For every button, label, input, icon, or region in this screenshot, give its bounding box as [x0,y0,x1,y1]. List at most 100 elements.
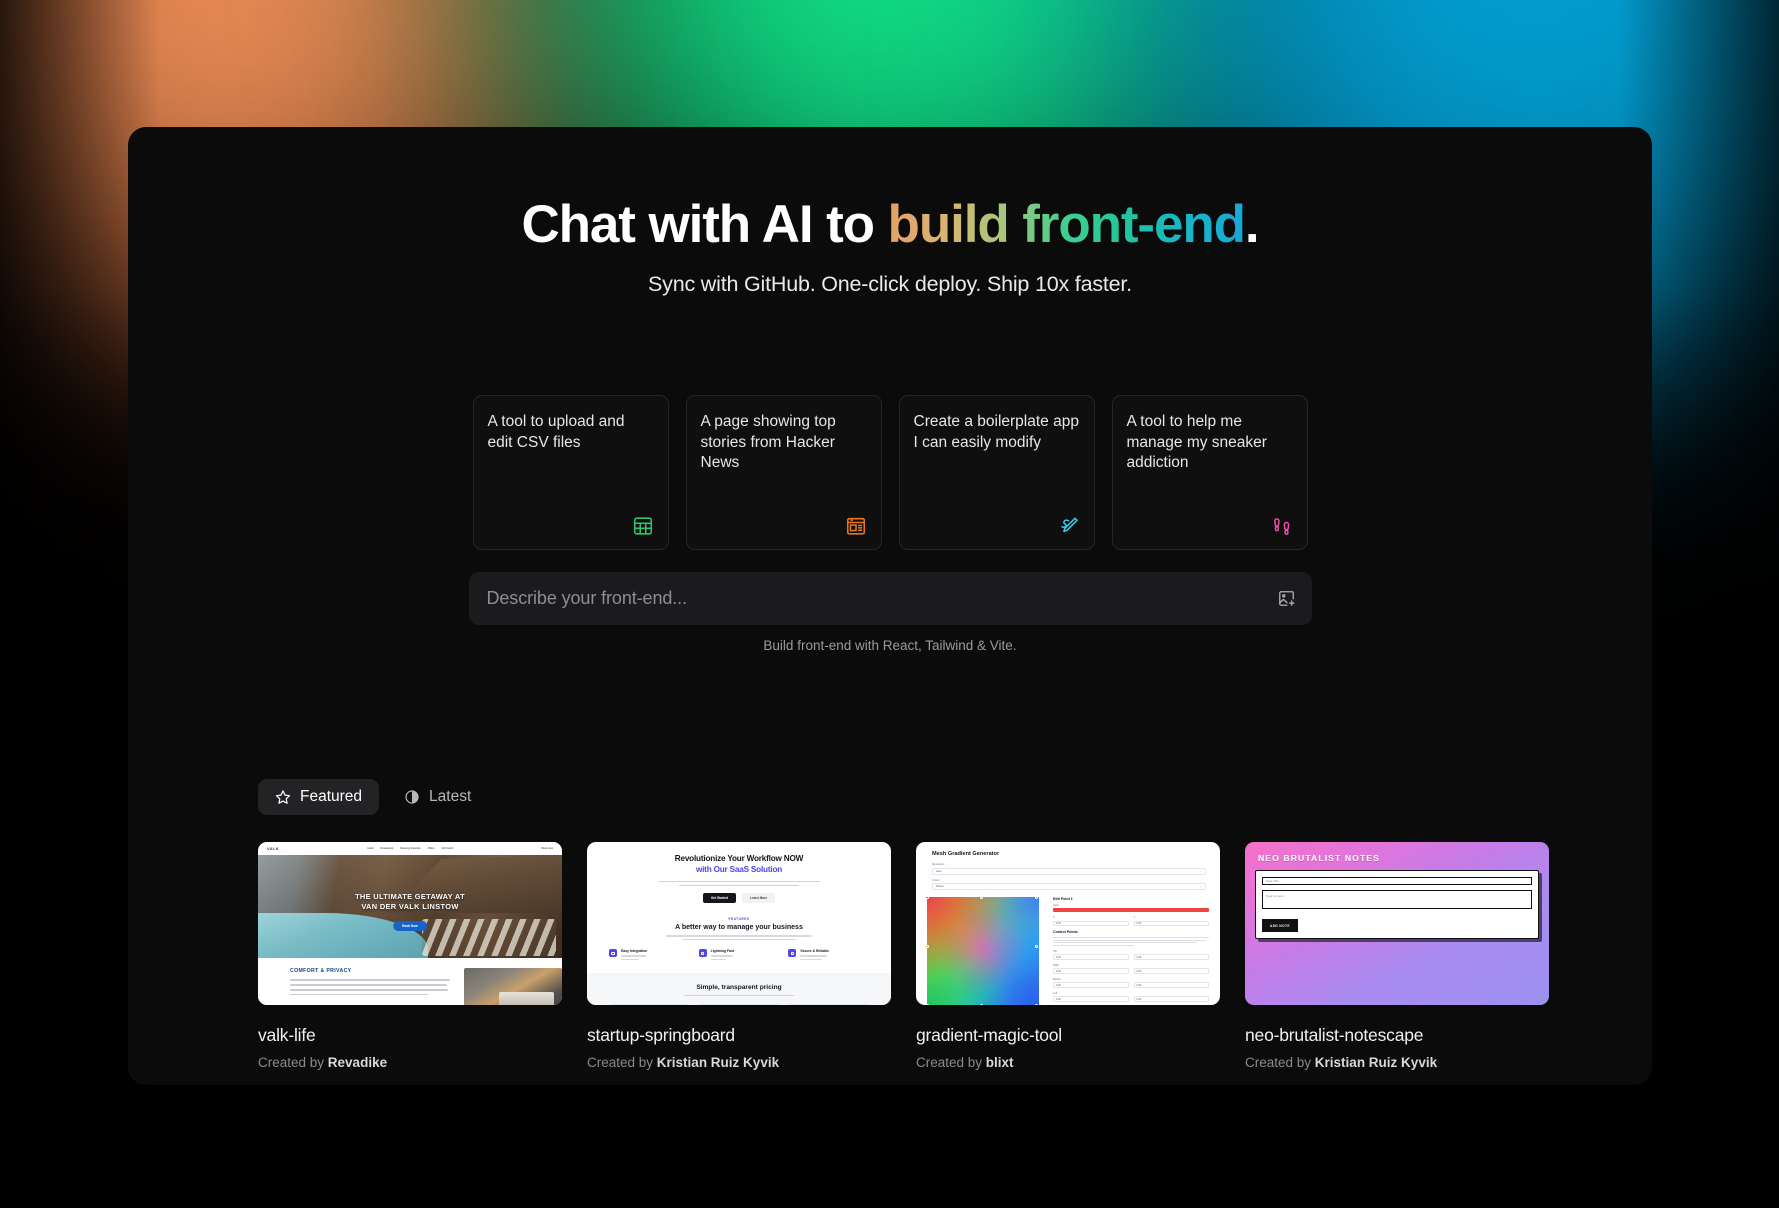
suggestion-label: Create a boilerplate app I can easily mo… [913,413,1079,451]
thumb-group-y: 0.00 [1133,982,1209,988]
thumb-panel-title: Edit Point 1 [1053,897,1073,902]
thumb-feature: Easy Integration [609,949,690,962]
thumb-group-label: Top [1053,949,1058,953]
project-card-startup-springboard[interactable]: Revolutionize Your Workflow NOW with Our… [587,842,891,1070]
project-thumbnail[interactable]: Revolutionize Your Workflow NOW with Our… [587,842,891,1006]
created-by-prefix: Created by [916,1055,986,1071]
thumb-field-label: Colors [932,878,940,882]
thumb-feature-row: Easy Integration Lightning Fast Secure &… [609,949,869,962]
thumb-tier-row: Starter Pro Enterprise [609,1004,869,1006]
thumb-color-swatch [1053,908,1209,913]
project-name: valk-life [258,1025,316,1046]
thumb-nav-right: Book now [542,847,553,850]
build-stack-note: Build front-end with React, Tailwind & V… [763,638,1017,654]
thumb-pricing-subtext [609,995,869,997]
thumb-app-title: NEO BRUTALIST NOTES [1258,853,1380,864]
thumb-group-label: Right [1053,963,1059,967]
footprints-icon [1271,515,1293,537]
thumb-editor-panel: Edit Point 1 Color X 0.00 Y 0.00 Control… [1053,897,1209,1005]
project-author: Created by blixt [916,1055,1220,1070]
author-name: Kristian Ruiz Kyvik [1314,1055,1438,1071]
suggestion-card-csv[interactable]: A tool to upload and edit CSV files [472,395,669,551]
thumb-field-group: Resolution Auto ⌄ Colors Preset ⌄ [927,863,1209,894]
thumb-body: COMFORT & PRIVACY [258,958,562,1006]
thumb-hero-line2: VAN DER VALK LINSTOW [361,902,459,912]
project-name: neo-brutalist-notescape [1245,1025,1424,1046]
suggestion-card-hackernews[interactable]: A page showing top stories from Hacker N… [685,395,882,551]
tab-latest[interactable]: Latest [387,779,488,815]
table-grid-icon [632,515,654,537]
author-name: blixt [985,1055,1014,1071]
thumb-group-label: Left [1053,991,1058,995]
thumb-section-heading: A better way to manage your business [675,924,803,932]
gradient-handle [925,1004,929,1006]
thumb-subtext [609,880,869,887]
author-name: Revadike [327,1055,388,1071]
project-name: startup-springboard [587,1025,735,1046]
thumb-feature: Secure & Reliable [788,949,869,962]
thumb-select: Auto ⌄ [932,867,1206,875]
gradient-handle [925,895,929,900]
headline-period: . [1244,195,1260,254]
gradient-handle [980,1004,984,1006]
thumb-secondary-button: Learn More [742,893,776,904]
tab-label: Featured [300,788,363,806]
thumb-nav-links: Hotel Restaurant Meeting & Events Offers… [367,847,453,850]
page-title: Chat with AI to build front-end. [128,195,1652,254]
page-subtitle: Sync with GitHub. One-click deploy. Ship… [648,272,1132,297]
thumb-nav-link: Hotel [367,847,374,851]
project-card-valk-life[interactable]: VALK Hotel Restaurant Meeting & Events O… [258,842,562,1070]
thumb-nav-link: Offers [427,847,435,851]
tab-featured[interactable]: Featured [258,779,380,816]
image-upload-icon[interactable] [1277,589,1296,608]
bolt-icon [698,949,707,958]
thumb-group-x: 0.00 [1053,954,1129,960]
thumb-hero: THE ULTIMATE GETAWAY AT VAN DER VALK LIN… [258,855,562,959]
thumb-group-x: 0.00 [1053,996,1129,1002]
suggestion-card-sneaker[interactable]: A tool to help me manage my sneaker addi… [1111,395,1308,551]
thumb-control-group: Right 0.00 0.00 [1053,964,1209,974]
thumb-app-title: Mesh Gradient Generator [932,851,1000,858]
project-thumbnail[interactable]: VALK Hotel Restaurant Meeting & Events O… [258,842,562,1006]
project-card-neo-brutalist-notescape[interactable]: NEO BRUTALIST NOTES Note Title Note Cont… [1245,842,1549,1070]
thumb-nav-link: Gift Cards [441,847,454,851]
thumb-feature-title: Easy Integration [621,949,648,954]
project-card-gradient-magic-tool[interactable]: Mesh Gradient Generator Resolution Auto … [916,842,1220,1070]
thumb-primary-button: Get Started [702,893,736,904]
thumb-color-label: Color [1053,903,1059,907]
thumb-tier: Pro [698,1004,780,1006]
gradient-handle [1035,1004,1039,1006]
thumb-tier: Enterprise [787,1004,869,1006]
thumb-note-content-textarea: Note Content [1262,889,1532,909]
tab-label: Latest [429,788,472,806]
thumb-control-group: Top 0.00 0.25 [1053,950,1209,960]
suggestion-cards: A tool to upload and edit CSV files A pa… [128,395,1652,551]
suggestion-card-boilerplate[interactable]: Create a boilerplate app I can easily mo… [898,395,1095,551]
thumb-headline-line1: Revolutionize Your Workflow NOW [674,854,804,864]
project-author: Created by Kristian Ruiz Kyvik [587,1055,891,1070]
project-thumbnail[interactable]: NEO BRUTALIST NOTES Note Title Note Cont… [1245,842,1549,1006]
thumb-feature: Lightning Fast [698,949,780,962]
headline-plain: Chat with AI to [521,195,888,254]
thumb-group-x: 0.00 [1053,968,1129,974]
thumb-gradient-canvas-wrap [925,895,1045,1006]
half-moon-clock-icon [404,789,420,805]
prompt-placeholder: Describe your front-end... [486,588,688,609]
thumb-group-y: 0.00 [1133,968,1209,974]
thumb-section-title: COMFORT & PRIVACY [290,968,352,975]
newspaper-icon [845,515,867,537]
project-name: gradient-magic-tool [916,1025,1062,1046]
thumb-select: Preset ⌄ [932,883,1206,891]
project-thumbnail[interactable]: Mesh Gradient Generator Resolution Auto … [916,842,1220,1006]
thumb-control-group: Left 0.00 0.00 [1053,992,1209,1002]
thumb-control-desc [1053,936,1209,947]
thumb-nav-cta: Book now [541,847,553,851]
thumb-section-subtext [609,935,869,941]
thumb-control-title: Control Points [1053,930,1078,935]
thumb-group-y: 0.00 [1133,996,1209,1002]
created-by-prefix: Created by [258,1055,328,1071]
prompt-input[interactable]: Describe your front-end... [468,572,1312,626]
thumb-xy-row: X 0.00 Y 0.00 [1053,916,1209,927]
thumb-note-form: Note Title Note Content ADD NOTE [1255,870,1539,940]
gallery-tabs: Featured Latest [258,779,1652,816]
